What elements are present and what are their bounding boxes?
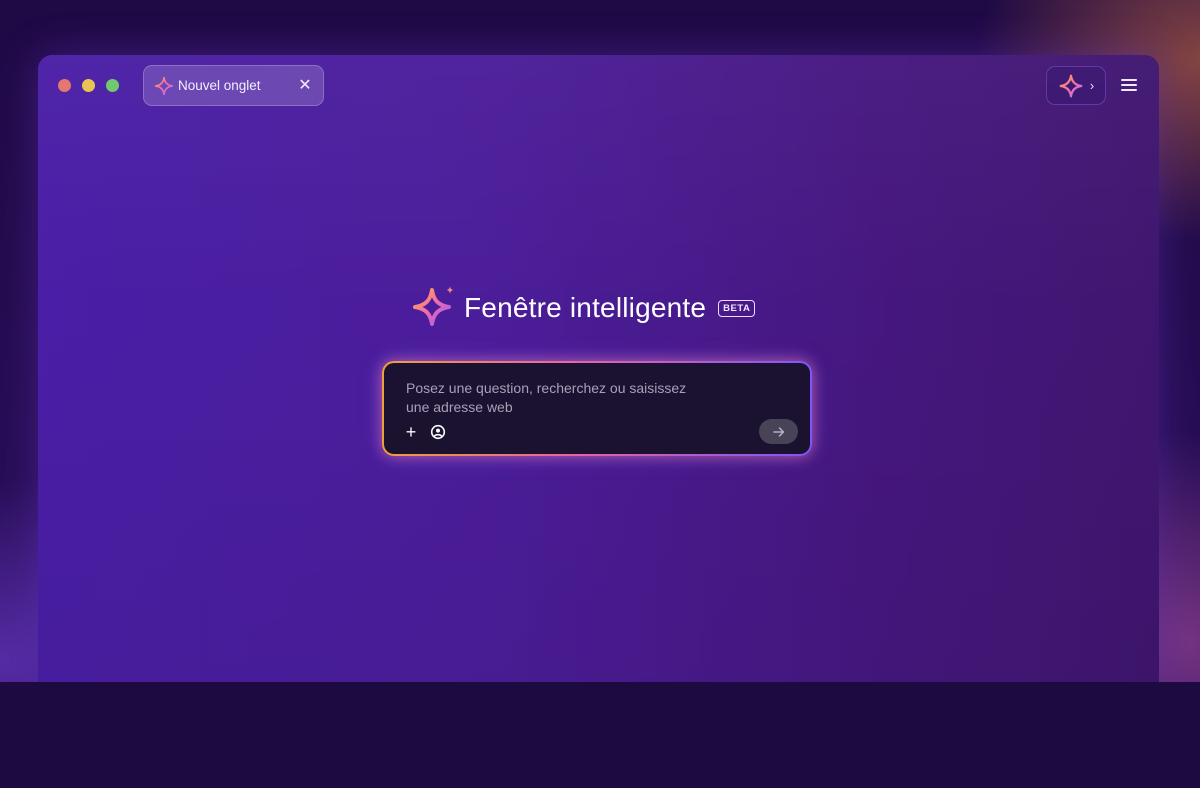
page-title: Fenêtre intelligente [464,292,707,323]
minimize-window-button[interactable] [82,79,95,92]
desktop-background: Nouvel onglet ✕ › Fenêtre intelligente B… [0,0,1200,682]
sparkle-icon [1059,74,1083,97]
browser-window: Nouvel onglet ✕ › Fenêtre intelligente B… [38,55,1159,682]
tab-new-tab[interactable]: Nouvel onglet ✕ [143,65,324,106]
prompt-box: + [382,361,812,456]
prompt-input[interactable] [406,379,706,419]
prompt-inner: + [384,363,810,454]
add-attachment-icon[interactable]: + [403,423,419,441]
smart-window-header: Fenêtre intelligente BETA [410,281,756,335]
send-button[interactable] [759,419,798,444]
hamburger-menu-icon[interactable] [1119,76,1139,96]
prompt-actions: + [403,423,446,441]
account-icon[interactable] [430,424,446,440]
chevron-right-icon: › [1089,78,1095,93]
beta-badge: BETA [718,299,756,317]
maximize-window-button[interactable] [106,79,119,92]
arrow-right-icon [772,426,784,437]
sparkle-icon [154,76,174,95]
window-controls [58,79,119,92]
smart-window-button[interactable]: › [1046,66,1106,105]
close-tab-icon[interactable]: ✕ [297,77,313,94]
tab-title: Nouvel onglet [178,78,261,93]
close-window-button[interactable] [58,79,71,92]
sparkle-logo-icon [413,286,454,326]
